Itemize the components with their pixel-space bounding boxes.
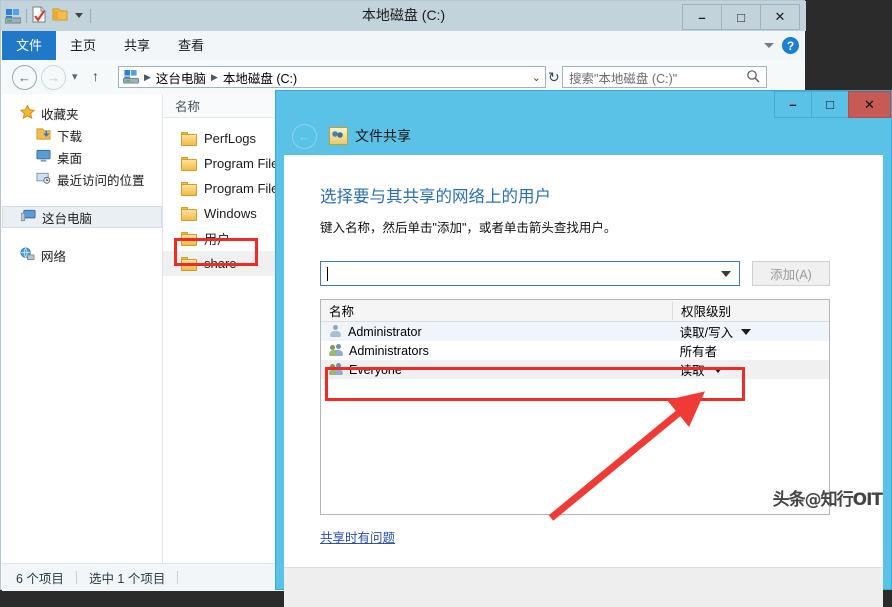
file-name: Windows [204, 206, 257, 221]
window-controls[interactable]: – □ ✕ [682, 4, 800, 30]
dialog-window-controls[interactable]: – □ ✕ [774, 91, 891, 118]
permission-dropdown-icon[interactable] [741, 328, 752, 335]
breadcrumb-separator-1: ▶ [144, 71, 151, 82]
search-icon[interactable] [746, 69, 760, 86]
up-button[interactable]: ↑ [92, 68, 99, 84]
column-header-name[interactable]: 名称 [321, 301, 673, 320]
status-separator-2 [177, 571, 179, 584]
dialog-description: 键入名称，然后单击"添加"，或者单击箭头查找用户。 [320, 221, 617, 235]
file-name: Program Files [204, 156, 285, 171]
user-name: Administrator [348, 324, 422, 339]
ribbon-right-controls[interactable]: ? [764, 37, 799, 54]
search-input[interactable]: 搜索"本地磁盘 (C:)" [562, 66, 767, 88]
add-button[interactable]: 添加(A) [752, 261, 830, 286]
user-row-administrators[interactable]: Administrators 所有者 [321, 341, 829, 360]
permission-level: 读取/写入 [679, 326, 734, 340]
dialog-heading: 选择要与其共享的网络上的用户 [320, 188, 551, 206]
dialog-minimize-button[interactable]: – [774, 91, 812, 118]
sidebar-label-favorites: 收藏夹 [41, 107, 79, 122]
recent-places-icon [36, 171, 51, 188]
annotation-arrow [548, 391, 705, 521]
desktop-icon [36, 149, 51, 166]
ribbon-tab-bar: 文件 主页 共享 查看 ? [2, 31, 805, 61]
folder-icon [181, 206, 197, 221]
computer-icon [20, 209, 36, 226]
dialog-footer [284, 567, 883, 607]
address-bar[interactable]: ▶ 这台电脑 ▶ 本地磁盘 (C:) ⌄ [118, 66, 546, 88]
status-separator [75, 571, 77, 584]
address-dropdown-icon[interactable]: ⌄ [532, 71, 541, 84]
tab-view[interactable]: 查看 [164, 31, 218, 60]
download-folder-icon [36, 127, 51, 144]
breadcrumb-separator-2: ▶ [210, 71, 218, 82]
back-button[interactable]: ← [12, 65, 37, 90]
close-button[interactable]: ✕ [760, 4, 800, 30]
help-icon[interactable]: ? [782, 37, 799, 54]
user-name: Administrators [349, 343, 429, 358]
sidebar-label-network: 网络 [41, 249, 67, 264]
sidebar-item-downloads[interactable]: 下载 [2, 124, 162, 146]
dialog-header: ← 文件共享 [284, 117, 883, 155]
chevron-down-icon[interactable] [721, 270, 731, 277]
breadcrumb-local-disk[interactable]: 本地磁盘 (C:) [223, 68, 297, 87]
breadcrumb-this-pc[interactable]: 这台电脑 [156, 68, 206, 87]
navigation-pane: 收藏夹 下载 桌面 最近访问的位置 这台电脑 网络 [2, 94, 163, 563]
watermark: 头条@知行OIT [772, 490, 883, 510]
folder-icon [181, 181, 197, 196]
forward-button[interactable]: → [41, 65, 66, 90]
dialog-title: 文件共享 [355, 128, 411, 144]
file-name: PerfLogs [204, 131, 257, 146]
minimize-button[interactable]: – [682, 4, 722, 30]
sidebar-label-this-pc: 这台电脑 [42, 211, 93, 226]
status-item-count: 6 个项目 [16, 572, 64, 586]
permission-level: 所有者 [679, 345, 718, 359]
refresh-button[interactable]: ↻ [548, 69, 560, 86]
sidebar-item-desktop[interactable]: 桌面 [2, 146, 162, 168]
folder-icon [181, 156, 197, 171]
network-icon [20, 246, 35, 264]
sidebar-label-downloads: 下载 [57, 129, 83, 144]
column-header-permission[interactable]: 权限级别 [673, 301, 731, 320]
tab-file[interactable]: 文件 [2, 31, 57, 60]
group-user-icon [329, 344, 344, 357]
share-folder-highlight-box [174, 238, 258, 266]
maximize-button[interactable]: □ [721, 4, 761, 30]
dialog-back-button[interactable]: ← [292, 123, 317, 149]
star-icon [19, 103, 36, 122]
user-list-header: 名称 权限级别 [321, 300, 829, 322]
sidebar-item-recent-places[interactable]: 最近访问的位置 [2, 168, 162, 190]
sharing-problems-link[interactable]: 共享时有问题 [320, 527, 395, 546]
user-row-administrator[interactable]: Administrator 读取/写入 [321, 322, 829, 341]
dialog-close-button[interactable]: ✕ [848, 91, 891, 118]
tab-home[interactable]: 主页 [56, 31, 110, 60]
sidebar-item-network[interactable]: 网络 [2, 244, 162, 266]
user-name-combobox[interactable] [320, 261, 740, 286]
recent-locations-icon[interactable]: ▾ [72, 70, 78, 83]
folder-icon [181, 131, 197, 146]
single-user-icon [329, 325, 342, 338]
address-drive-icon [123, 70, 139, 84]
search-placeholder: 搜索"本地磁盘 (C:)" [569, 71, 678, 86]
dialog-maximize-button[interactable]: □ [811, 91, 849, 118]
address-bar-row: ← → ▾ ↑ ▶ 这台电脑 ▶ 本地磁盘 (C:) ⌄ ↻ 搜索"本地磁盘 (… [2, 60, 805, 94]
sidebar-item-this-pc[interactable]: 这台电脑 [2, 206, 162, 228]
sidebar-label-recent-places: 最近访问的位置 [57, 173, 145, 188]
tab-share[interactable]: 共享 [110, 31, 164, 60]
ribbon-collapse-icon[interactable] [764, 43, 774, 48]
file-sharing-icon [329, 127, 348, 145]
text-caret [327, 266, 328, 281]
column-header-name[interactable]: 名称 [163, 96, 200, 115]
sidebar-label-desktop: 桌面 [57, 151, 83, 166]
status-selected-count: 选中 1 个项目 [88, 572, 166, 586]
sidebar-item-favorites[interactable]: 收藏夹 [2, 102, 162, 124]
